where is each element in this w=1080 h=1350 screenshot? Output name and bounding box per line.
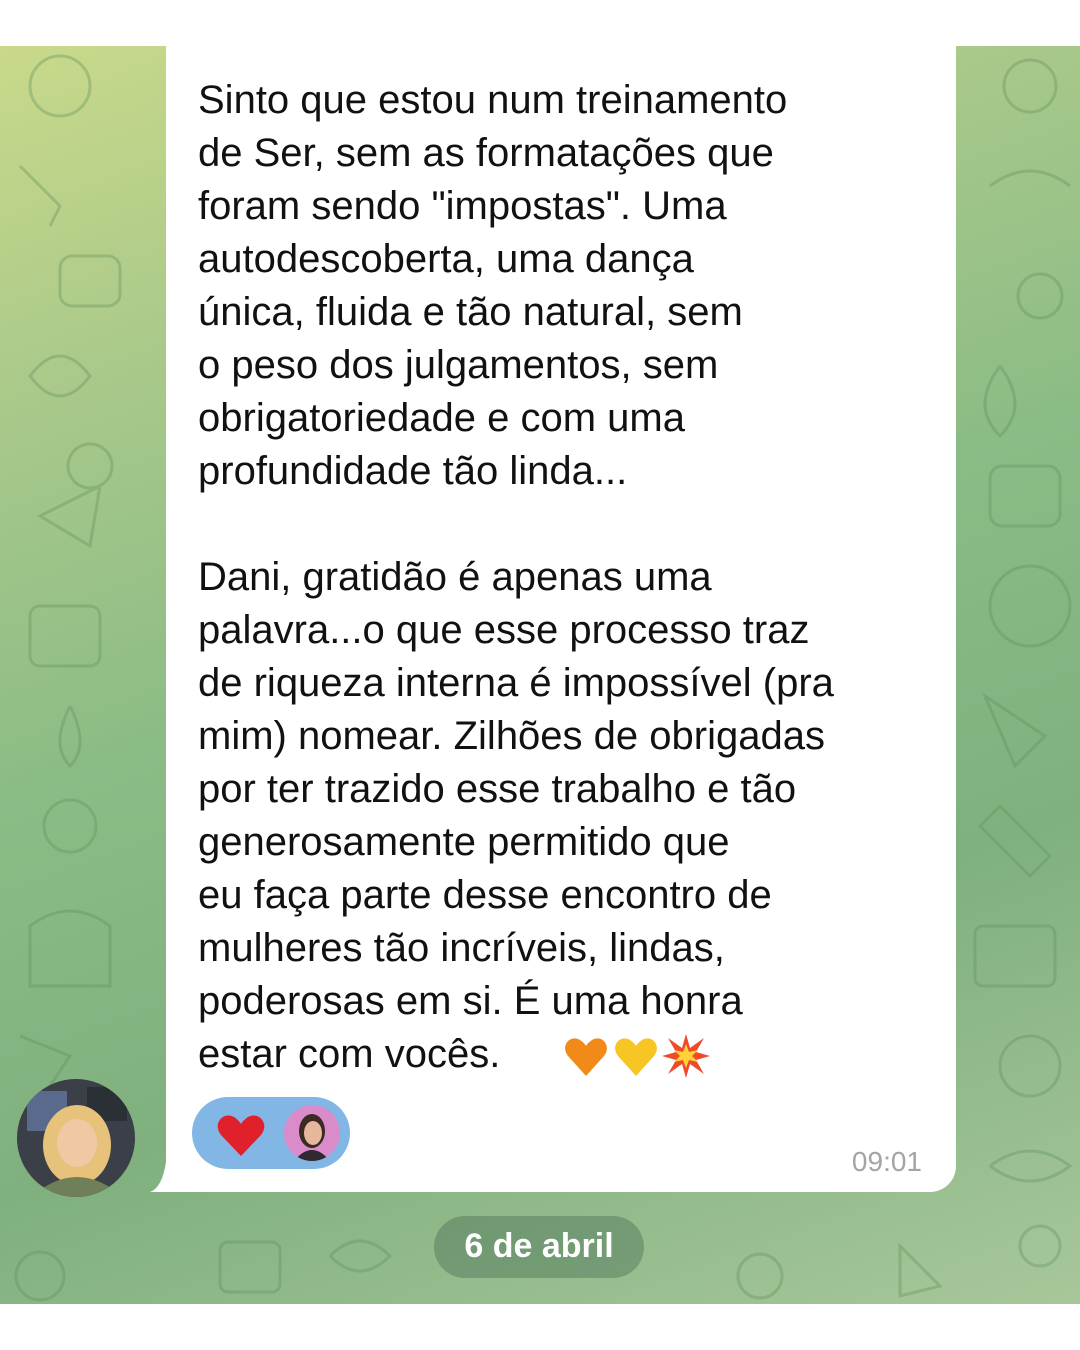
trailing-emojis [562,1032,710,1080]
date-separator: 6 de abril [464,1227,614,1265]
reactor-avatar[interactable] [284,1105,340,1161]
chat-background: Sinto que estou num treinamento de Ser, … [0,46,1080,1304]
sender-avatar[interactable] [17,1079,135,1197]
message-text: Sinto que estou num treinamento de Ser, … [198,78,834,1076]
bubble-tail [150,1162,180,1192]
orange-heart-icon [565,1038,607,1076]
red-heart-icon [217,1115,265,1156]
yellow-heart-icon [615,1038,657,1076]
message-time: 09:01 [851,1146,922,1177]
collision-icon [662,1034,710,1078]
